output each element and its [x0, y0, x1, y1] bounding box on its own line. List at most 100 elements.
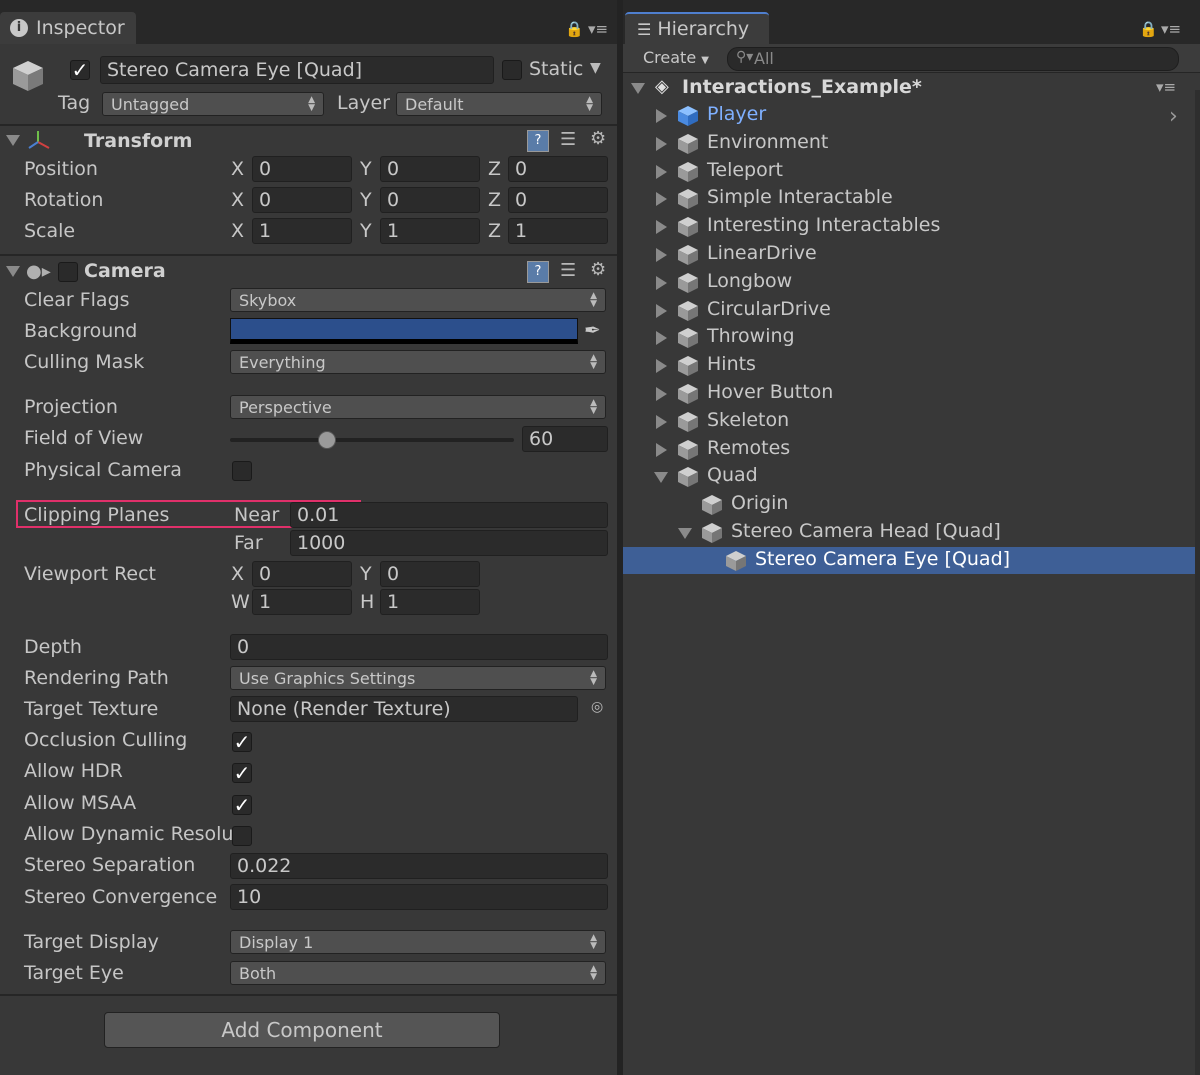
fov-slider-track[interactable] [230, 438, 514, 442]
scale-y-field[interactable]: 1 [380, 218, 480, 244]
hierarchy-item-environment[interactable]: Environment [623, 130, 1200, 157]
fov-field[interactable]: 60 [522, 426, 608, 452]
foldout-arrow[interactable] [654, 472, 668, 484]
foldout-arrow[interactable] [678, 528, 692, 539]
vp-h-field[interactable]: 1 [380, 589, 480, 615]
projection-dropdown[interactable]: Perspective ▲ ▼ [230, 395, 606, 419]
clear-flags-dropdown[interactable]: Skybox ▲ ▼ [230, 288, 606, 312]
foldout-arrow[interactable] [656, 359, 667, 374]
tab-hierarchy[interactable]: ☰ Hierarchy [625, 12, 769, 44]
hierarchy-item-stereo-camera-eye-quad[interactable]: Stereo Camera Eye [Quad] [623, 546, 1200, 574]
hierarchy-search-input[interactable]: ⚲▾ All [727, 47, 1179, 71]
camera-foldout-arrow[interactable] [6, 266, 20, 277]
far-field[interactable]: 1000 [290, 530, 608, 556]
hierarchy-item-interesting-interactables[interactable]: Interesting Interactables [623, 213, 1200, 240]
hierarchy-item-label: Throwing [707, 325, 795, 348]
preset-icon[interactable]: ☰ [560, 129, 576, 150]
layer-dropdown[interactable]: Default ▲ ▼ [396, 92, 602, 116]
hierarchy-item-simple-interactable[interactable]: Simple Interactable [623, 185, 1200, 212]
foldout-arrow[interactable] [656, 192, 667, 207]
panel-menu-icon[interactable]: ▾≡ [588, 20, 608, 38]
foldout-arrow[interactable] [656, 220, 667, 235]
foldout-arrow[interactable] [656, 442, 667, 457]
position-y-field[interactable]: 0 [380, 156, 480, 182]
panel-menu-icon[interactable]: ▾≡ [1161, 20, 1181, 38]
target-texture-label: Target Texture [24, 698, 159, 720]
scale-z-field[interactable]: 1 [508, 218, 608, 244]
hierarchy-item-teleport[interactable]: Teleport [623, 158, 1200, 185]
tab-inspector[interactable]: i Inspector [0, 12, 136, 44]
foldout-arrow[interactable] [656, 303, 667, 318]
rendering-path-dropdown[interactable]: Use Graphics Settings ▲ ▼ [230, 666, 606, 690]
foldout-arrow[interactable] [656, 414, 667, 429]
lock-icon[interactable]: 🔒 [1139, 20, 1158, 38]
depth-field[interactable]: 0 [230, 634, 608, 660]
foldout-arrow[interactable] [656, 164, 667, 179]
hierarchy-scrollbar[interactable] [1195, 90, 1200, 1075]
hierarchy-item-hints[interactable]: Hints [623, 352, 1200, 379]
hierarchy-item-player[interactable]: Player [623, 102, 1200, 129]
physical-camera-checkbox[interactable] [232, 461, 252, 481]
preset-icon[interactable]: ☰ [560, 260, 576, 281]
vp-w-field[interactable]: 1 [252, 589, 352, 615]
hierarchy-item-hover-button[interactable]: Hover Button [623, 380, 1200, 407]
hierarchy-item-origin[interactable]: Origin [623, 491, 1200, 518]
hierarchy-item-remotes[interactable]: Remotes [623, 436, 1200, 463]
hierarchy-item-circulardrive[interactable]: CircularDrive [623, 297, 1200, 324]
foldout-arrow[interactable] [656, 331, 667, 346]
hierarchy-item-skeleton[interactable]: Skeleton [623, 408, 1200, 435]
eyedropper-icon[interactable]: ✒ [584, 318, 601, 342]
allow-hdr-checkbox[interactable]: ✓ [232, 763, 252, 783]
help-icon[interactable]: ? [527, 130, 549, 152]
active-checkbox[interactable]: ✓ [70, 60, 90, 80]
occlusion-culling-checkbox[interactable]: ✓ [232, 732, 252, 752]
culling-mask-dropdown[interactable]: Everything ▲ ▼ [230, 350, 606, 374]
tag-dropdown[interactable]: Untagged ▲ ▼ [102, 92, 324, 116]
foldout-arrow[interactable] [656, 387, 667, 401]
hierarchy-item-lineardrive[interactable]: LinearDrive [623, 241, 1200, 268]
add-component-button[interactable]: Add Component [104, 1012, 500, 1048]
foldout-arrow[interactable] [656, 109, 667, 123]
allow-msaa-checkbox[interactable]: ✓ [232, 795, 252, 815]
stereo-separation-field[interactable]: 0.022 [230, 853, 608, 879]
foldout-arrow[interactable] [656, 275, 667, 290]
hierarchy-item-longbow[interactable]: Longbow [623, 269, 1200, 296]
target-eye-dropdown[interactable]: Both ▲ ▼ [230, 961, 606, 985]
object-picker-icon[interactable]: ◎ [591, 699, 603, 715]
vp-y-field[interactable]: 0 [380, 561, 480, 587]
rotation-z-field[interactable]: 0 [508, 187, 608, 213]
scene-menu-icon[interactable]: ▾≡ [1156, 78, 1176, 96]
create-button[interactable]: Create ▼ [643, 48, 709, 67]
transform-foldout-arrow[interactable] [6, 135, 20, 146]
object-name-field[interactable]: Stereo Camera Eye [Quad] [100, 56, 494, 84]
allow-dynamic-resolution-checkbox[interactable] [232, 826, 252, 846]
near-field[interactable]: 0.01 [290, 502, 608, 528]
position-x-field[interactable]: 0 [252, 156, 352, 182]
position-z-field[interactable]: 0 [508, 156, 608, 182]
lock-icon[interactable]: 🔒 [565, 20, 584, 38]
static-dropdown-icon[interactable]: ▼ [590, 60, 601, 76]
static-checkbox[interactable] [502, 60, 522, 80]
info-icon: i [10, 19, 28, 37]
vp-x-field[interactable]: 0 [252, 561, 352, 587]
hierarchy-item-throwing[interactable]: Throwing [623, 324, 1200, 351]
scale-x-field[interactable]: 1 [252, 218, 352, 244]
foldout-arrow[interactable] [656, 248, 667, 262]
camera-enabled-checkbox[interactable] [58, 262, 78, 282]
background-color-swatch[interactable] [230, 318, 578, 344]
hierarchy-item-quad[interactable]: Quad [623, 463, 1200, 490]
rotation-y-field[interactable]: 0 [380, 187, 480, 213]
fov-slider-thumb[interactable] [317, 431, 336, 449]
rotation-x-field[interactable]: 0 [252, 187, 352, 213]
target-texture-field[interactable]: None (Render Texture) [230, 696, 578, 722]
scene-row[interactable]: ◈ Interactions_Example* ▾≡ [623, 74, 1200, 102]
target-display-dropdown[interactable]: Display 1 ▲ ▼ [230, 930, 606, 954]
hierarchy-item-stereo-camera-head-quad[interactable]: Stereo Camera Head [Quad] [623, 519, 1200, 546]
gear-icon[interactable]: ⚙ [590, 128, 606, 149]
gear-icon[interactable]: ⚙ [590, 259, 606, 280]
scene-foldout-arrow[interactable] [631, 83, 645, 94]
stereo-convergence-field[interactable]: 10 [230, 884, 608, 910]
help-icon[interactable]: ? [527, 261, 549, 283]
foldout-arrow[interactable] [656, 136, 667, 151]
chevron-right-icon[interactable]: › [1169, 104, 1178, 129]
